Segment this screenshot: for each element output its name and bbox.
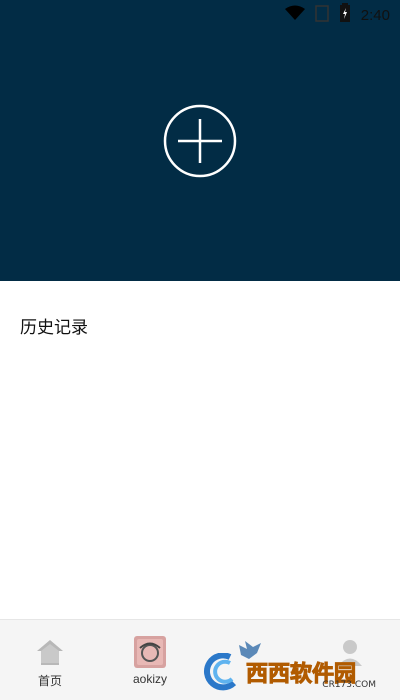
nav-item-home[interactable]: 首页 <box>0 620 100 700</box>
nav-item-aokizy[interactable]: aokizy <box>100 620 200 700</box>
nav-label-aokizy: aokizy <box>132 672 167 686</box>
profile-image-icon <box>134 636 166 668</box>
watermark-logo <box>204 653 237 691</box>
add-button[interactable] <box>163 104 237 178</box>
status-time: 2:40 <box>360 6 390 24</box>
plus-circle-icon <box>163 104 237 178</box>
status-bar: 2:40 <box>284 0 400 30</box>
header-banner: 2:40 <box>0 0 400 281</box>
history-title: 历史记录 <box>20 318 88 337</box>
wifi-icon <box>284 5 305 26</box>
nav-label-home: 首页 <box>37 674 62 688</box>
watermark-sub: CR173.COM <box>322 680 376 690</box>
watermark: 西西软件园 CR173.COM <box>200 652 380 692</box>
battery-icon <box>339 2 351 28</box>
home-icon <box>34 636 66 668</box>
signal-icon <box>315 4 329 27</box>
